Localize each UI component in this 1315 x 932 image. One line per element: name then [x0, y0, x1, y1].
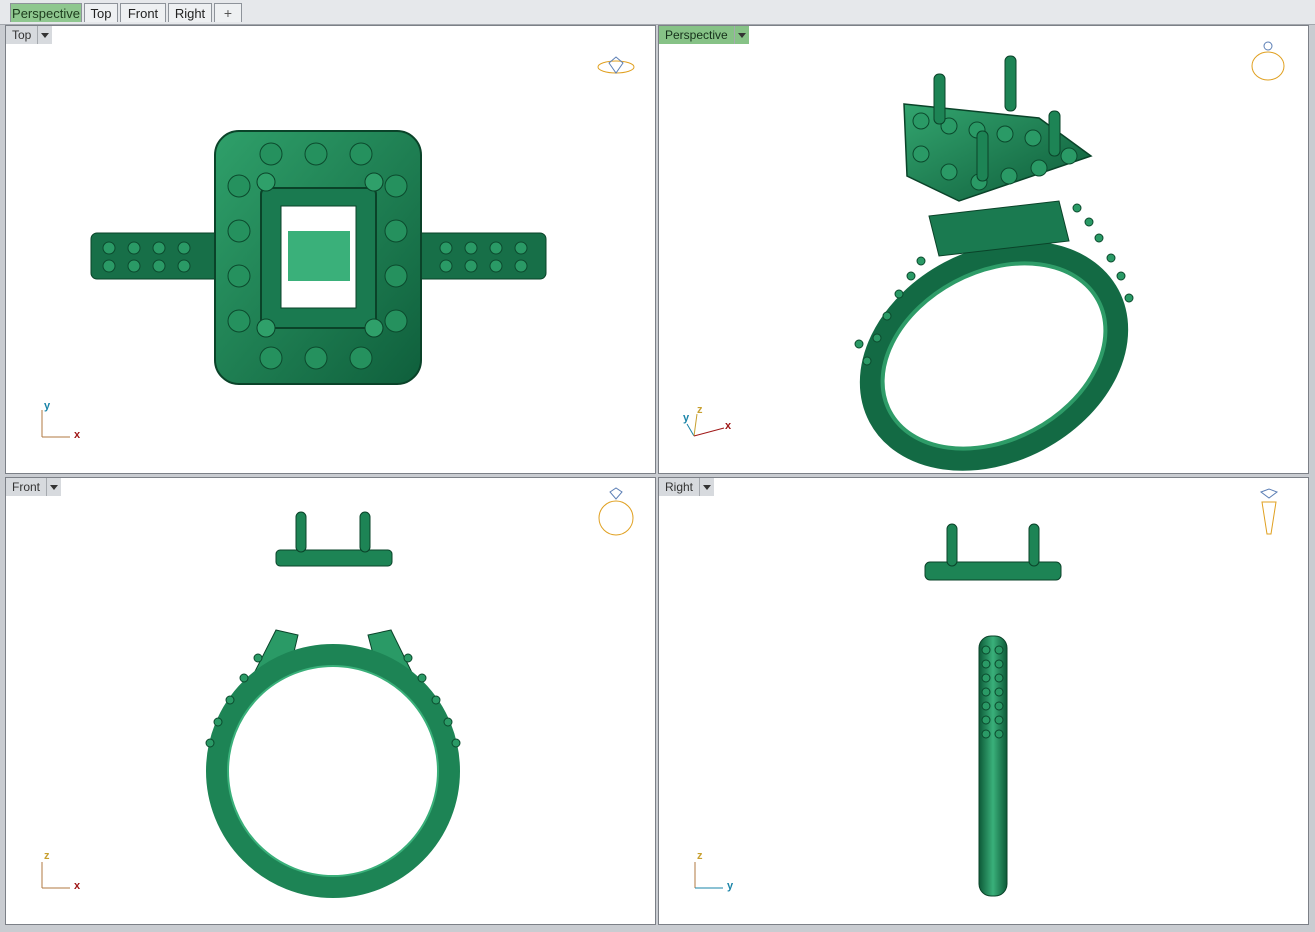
viewport-tab-bar: Perspective Top Front Right + — [0, 0, 1315, 25]
viewport-label-right[interactable]: Right — [659, 478, 715, 496]
top-view-canvas — [41, 56, 635, 438]
axis-label-x: x — [74, 880, 81, 892]
axis-label-z: z — [697, 850, 703, 862]
perspective-view-canvas — [686, 41, 1285, 474]
tab-right[interactable]: Right — [168, 3, 212, 22]
axis-label-x: x — [74, 429, 81, 441]
viewport-right[interactable]: z y Right — [658, 477, 1309, 925]
tab-front[interactable]: Front — [120, 3, 166, 22]
axis-label-z: z — [44, 850, 50, 862]
front-view-canvas — [41, 487, 634, 898]
viewport-menu-dropdown[interactable] — [38, 26, 53, 44]
plus-icon: + — [223, 5, 233, 21]
axis-label-z: z — [697, 404, 703, 416]
viewport-title[interactable]: Top — [6, 26, 39, 44]
viewport-title[interactable]: Perspective — [659, 26, 735, 44]
viewport-top[interactable]: y x Top — [5, 25, 656, 474]
ring-nav-icon-perspective — [1251, 41, 1285, 81]
viewport-menu-dropdown[interactable] — [700, 478, 715, 496]
axis-indicator-front — [41, 862, 70, 889]
viewport-menu-dropdown[interactable] — [47, 478, 62, 496]
viewport-label-top[interactable]: Top — [6, 26, 53, 44]
axis-indicator-perspective — [686, 413, 725, 437]
viewport-title[interactable]: Front — [6, 478, 48, 496]
ring-nav-icon-top — [597, 56, 635, 74]
viewport-label-perspective[interactable]: Perspective — [659, 26, 749, 44]
viewport-perspective[interactable]: y z x Perspective — [658, 25, 1309, 474]
axis-label-y: y — [44, 400, 51, 412]
add-tab-button[interactable]: + — [214, 3, 242, 22]
ring-model-perspective[interactable] — [835, 55, 1154, 474]
ring-model-front[interactable] — [205, 511, 461, 898]
tab-top[interactable]: Top — [84, 3, 118, 22]
right-view-canvas — [694, 488, 1279, 897]
ring-model-right[interactable] — [924, 523, 1062, 897]
viewport-title[interactable]: Right — [659, 478, 701, 496]
axis-label-y: y — [727, 880, 734, 892]
axis-label-y: y — [683, 412, 690, 424]
viewport-front[interactable]: z x Front — [5, 477, 656, 925]
ring-nav-icon-right — [1259, 488, 1279, 535]
axis-indicator-top — [41, 410, 70, 438]
ring-model-top[interactable] — [90, 130, 547, 385]
viewport-label-front[interactable]: Front — [6, 478, 62, 496]
axis-label-x: x — [725, 420, 732, 432]
tab-perspective[interactable]: Perspective — [10, 3, 82, 22]
axis-indicator-right — [694, 862, 723, 889]
viewport-menu-dropdown[interactable] — [734, 26, 749, 44]
ring-nav-icon-front — [598, 487, 634, 536]
